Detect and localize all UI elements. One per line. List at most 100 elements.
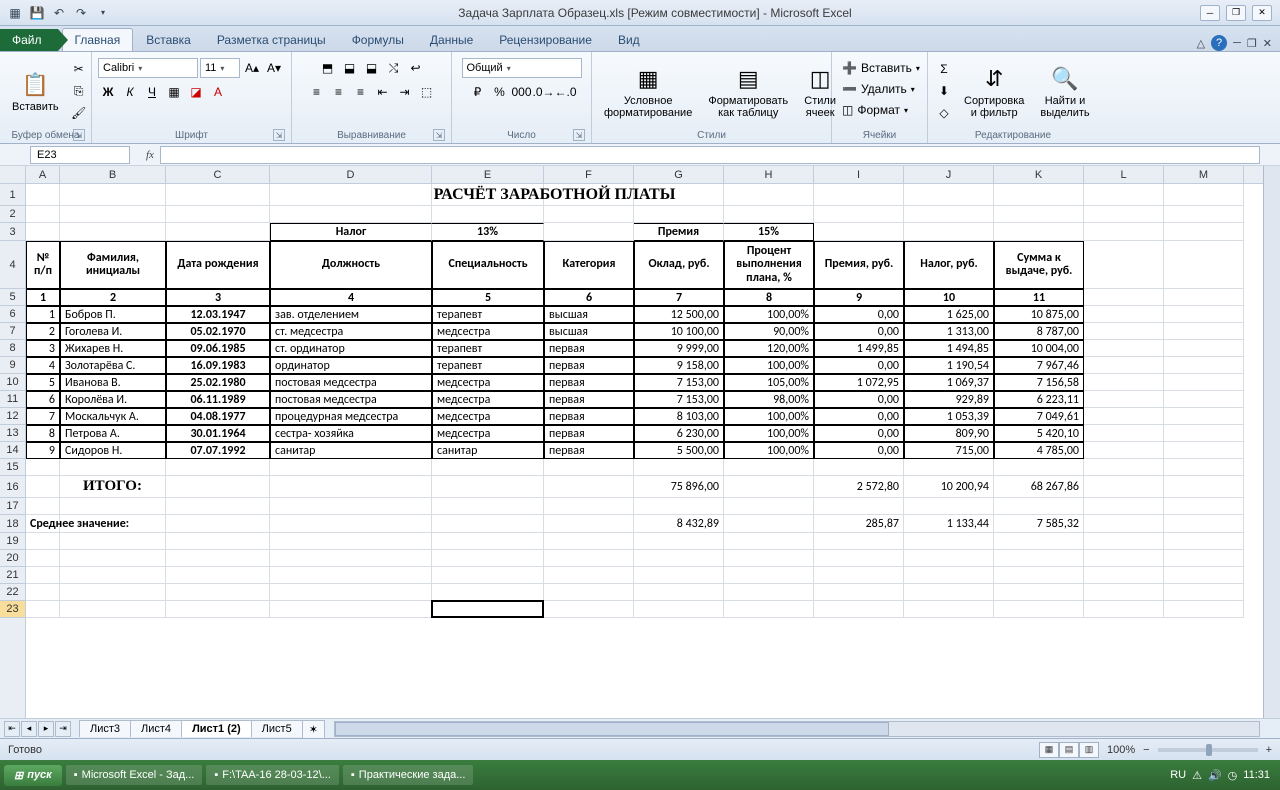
cell[interactable]: Среднее значение: (26, 515, 166, 533)
cell[interactable] (1164, 584, 1244, 601)
cell[interactable]: Бобров П. (60, 306, 166, 323)
row-header-10[interactable]: 10 (0, 374, 25, 391)
ribbon-tab-4[interactable]: Данные (417, 28, 486, 51)
cell[interactable]: 100,00% (724, 357, 814, 374)
row-header-23[interactable]: 23 (0, 601, 25, 618)
cell[interactable] (60, 567, 166, 584)
cell[interactable]: Петрова А. (60, 425, 166, 442)
row-header-8[interactable]: 8 (0, 340, 25, 357)
cell[interactable]: процедурная медсестра (270, 408, 432, 425)
font-size-combo[interactable]: 11▾ (200, 58, 240, 78)
cell[interactable] (1084, 306, 1164, 323)
cell[interactable] (26, 533, 60, 550)
clipboard-launcher[interactable]: ⇲ (73, 129, 85, 141)
zoom-level[interactable]: 100% (1107, 744, 1135, 756)
cell[interactable] (544, 601, 634, 618)
cell[interactable] (1084, 476, 1164, 498)
cell[interactable] (270, 601, 432, 618)
page-layout-view-button[interactable]: ▤ (1059, 742, 1079, 758)
cell[interactable]: Процент выполнения плана, % (724, 241, 814, 289)
qat-dropdown-icon[interactable]: ▾ (94, 4, 112, 22)
cell[interactable]: 7 967,46 (994, 357, 1084, 374)
cell[interactable]: 30.01.1964 (166, 425, 270, 442)
cell[interactable]: 1 499,85 (814, 340, 904, 357)
cell[interactable] (724, 533, 814, 550)
cell[interactable] (814, 498, 904, 515)
cell[interactable] (994, 567, 1084, 584)
row-header-11[interactable]: 11 (0, 391, 25, 408)
cell[interactable] (1164, 476, 1244, 498)
row-header-13[interactable]: 13 (0, 425, 25, 442)
cell[interactable] (1164, 442, 1244, 459)
cell[interactable] (1084, 550, 1164, 567)
cell[interactable]: 13% (432, 223, 544, 241)
cell[interactable] (994, 223, 1084, 241)
conditional-formatting-button[interactable]: ▦Условное форматирование (598, 61, 698, 121)
bold-button[interactable]: Ж (98, 82, 118, 102)
cell[interactable] (1164, 391, 1244, 408)
row-header-2[interactable]: 2 (0, 206, 25, 223)
tray-icon[interactable]: 🔊 (1208, 769, 1222, 782)
cell[interactable]: 2 (60, 289, 166, 306)
taskbar-item[interactable]: ▪Практические зада... (343, 765, 474, 785)
font-launcher[interactable]: ⇲ (273, 129, 285, 141)
cell[interactable] (1164, 515, 1244, 533)
language-indicator[interactable]: RU (1170, 769, 1186, 781)
cell[interactable] (724, 459, 814, 476)
zoom-slider[interactable] (1158, 748, 1258, 752)
cell[interactable] (1084, 498, 1164, 515)
cell[interactable] (1164, 533, 1244, 550)
row-header-9[interactable]: 9 (0, 357, 25, 374)
cell[interactable]: 1 625,00 (904, 306, 994, 323)
select-all-corner[interactable] (0, 166, 26, 184)
cell[interactable] (1084, 391, 1164, 408)
cell[interactable] (60, 223, 166, 241)
cell[interactable]: 12.03.1947 (166, 306, 270, 323)
italic-button[interactable]: К (120, 82, 140, 102)
cell[interactable] (1084, 601, 1164, 618)
cell[interactable]: 5 500,00 (634, 442, 724, 459)
orientation-icon[interactable]: ⤭ (384, 58, 404, 78)
cell[interactable]: Золотарёва С. (60, 357, 166, 374)
cell[interactable]: ст. медсестра (270, 323, 432, 340)
row-header-1[interactable]: 1 (0, 184, 25, 206)
cell[interactable] (634, 498, 724, 515)
undo-icon[interactable]: ↶ (50, 4, 68, 22)
cell[interactable] (1164, 340, 1244, 357)
border-icon[interactable]: ▦ (164, 82, 184, 102)
cell[interactable]: Специальность (432, 241, 544, 289)
number-launcher[interactable]: ⇲ (573, 129, 585, 141)
cell[interactable]: Налог, руб. (904, 241, 994, 289)
clear-icon[interactable]: ◇ (934, 103, 954, 123)
cell[interactable] (26, 567, 60, 584)
cell[interactable] (1164, 459, 1244, 476)
cell[interactable] (994, 533, 1084, 550)
file-tab[interactable]: Файл (0, 29, 58, 51)
cell[interactable]: зав. отделением (270, 306, 432, 323)
accounting-icon[interactable]: ₽ (468, 82, 488, 102)
page-break-view-button[interactable]: ▥ (1079, 742, 1099, 758)
grow-font-icon[interactable]: A▴ (242, 58, 262, 78)
cell[interactable]: Фамилия, инициалы (60, 241, 166, 289)
cell[interactable] (994, 584, 1084, 601)
cell[interactable]: 06.11.1989 (166, 391, 270, 408)
cell[interactable]: 2 572,80 (814, 476, 904, 498)
cell[interactable]: Москальчук А. (60, 408, 166, 425)
cell[interactable] (26, 498, 60, 515)
cell[interactable]: 4 (270, 289, 432, 306)
restore-button[interactable]: ❐ (1226, 5, 1246, 21)
cell[interactable]: 07.07.1992 (166, 442, 270, 459)
cell[interactable] (270, 567, 432, 584)
sheet-tab[interactable]: Лист5 (251, 720, 303, 737)
sheet-tab[interactable]: Лист3 (79, 720, 131, 737)
row-header-14[interactable]: 14 (0, 442, 25, 459)
cell[interactable] (432, 567, 544, 584)
cell[interactable]: 10 200,94 (904, 476, 994, 498)
ribbon-tab-5[interactable]: Рецензирование (486, 28, 605, 51)
cell[interactable]: 75 896,00 (634, 476, 724, 498)
row-header-18[interactable]: 18 (0, 515, 25, 533)
cell[interactable] (1084, 289, 1164, 306)
cell[interactable] (814, 223, 904, 241)
cell[interactable] (60, 601, 166, 618)
cell[interactable] (814, 601, 904, 618)
